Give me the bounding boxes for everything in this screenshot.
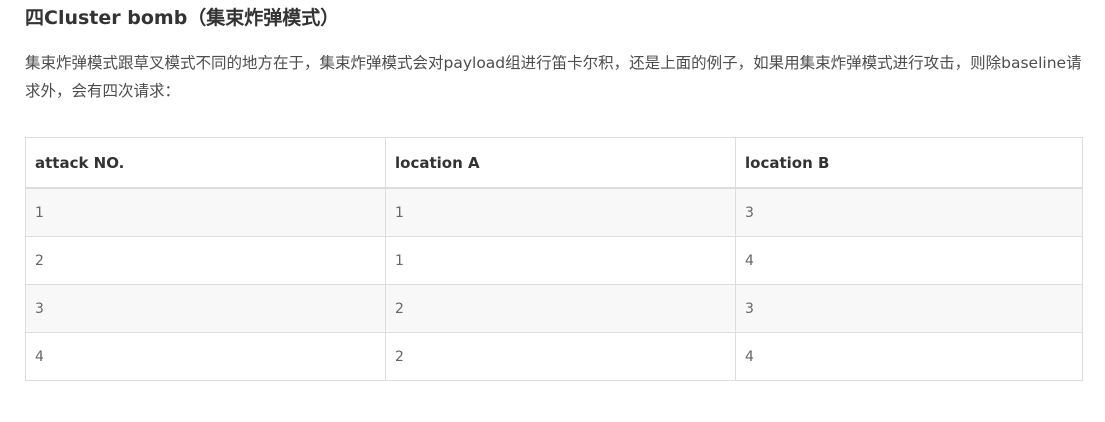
attack-table: attack NO. location A location B 1 1 3 2… [25,137,1083,381]
cell-location-a: 1 [385,236,736,285]
cell-location-b: 3 [735,284,1083,333]
cell-attack-no: 3 [25,284,386,333]
header-location-a: location A [385,137,736,189]
table-row: 4 2 4 [25,332,1083,381]
table-row: 2 1 4 [25,236,1083,285]
header-attack-no: attack NO. [25,137,386,189]
section-paragraph: 集束炸弹模式跟草叉模式不同的地方在于，集束炸弹模式会对payload组进行笛卡尔… [25,54,1082,100]
cell-attack-no: 2 [25,236,386,285]
cell-attack-no: 4 [25,332,386,381]
article-section: 四Cluster bomb（集束炸弹模式） 集束炸弹模式跟草叉模式不同的地方在于… [0,0,1105,422]
cell-attack-no: 1 [25,187,386,237]
table-row: 1 1 3 [25,187,1083,237]
table-row: 3 2 3 [25,284,1083,333]
attack-table-container: attack NO. location A location B 1 1 3 2… [25,137,1083,381]
header-location-b: location B [735,137,1083,189]
cell-location-b: 4 [735,236,1083,285]
cell-location-b: 3 [735,187,1083,237]
cell-location-b: 4 [735,332,1083,381]
section-heading: 四Cluster bomb（集束炸弹模式） [25,7,340,29]
table-header-row: attack NO. location A location B [25,137,1083,189]
cell-location-a: 2 [385,332,736,381]
cell-location-a: 2 [385,284,736,333]
cell-location-a: 1 [385,187,736,237]
